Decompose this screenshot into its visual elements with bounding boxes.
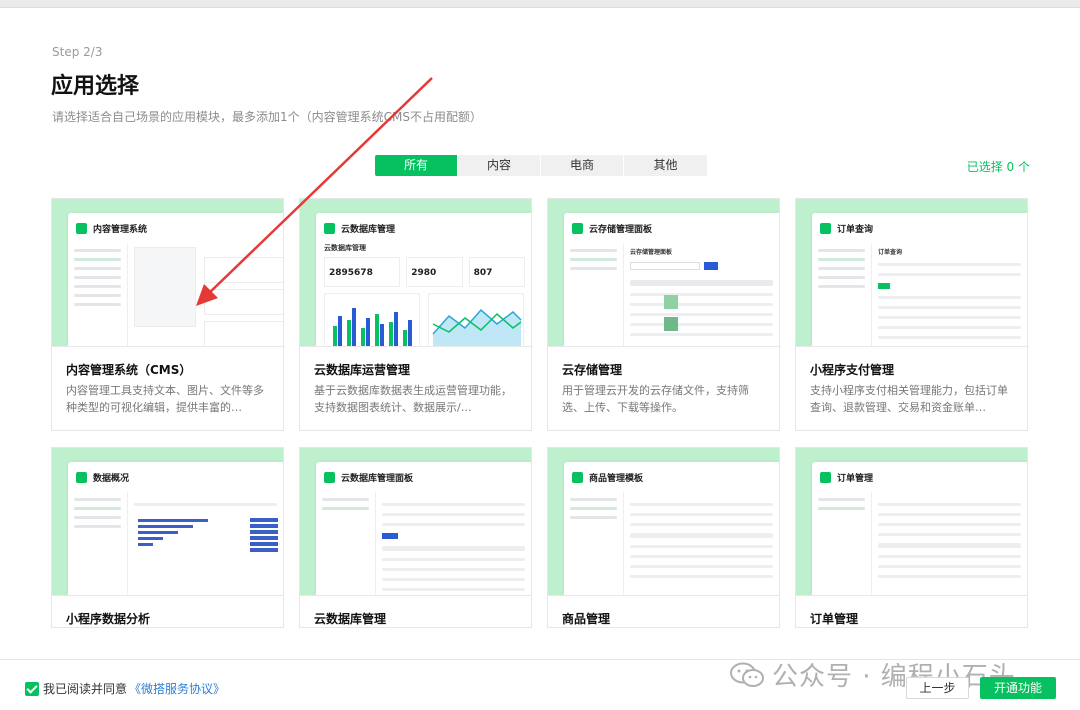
app-card-db-panel[interactable]: 云数据库管理面板 云数据库管理 (299, 447, 532, 628)
footer-bar: 我已阅读并同意 《微搭服务协议》 公众号 · 编程小石头 上一步 开通功能 (0, 659, 1080, 710)
page-title: 应用选择 (51, 74, 140, 99)
card-preview: 内容管理系统 (52, 199, 283, 347)
activate-button[interactable]: 开通功能 (980, 677, 1056, 699)
app-card-grid: 内容管理系统 内容管理系统（CMS） 内容管理工具支持文本、图片、文件等多种类型… (51, 198, 1028, 628)
agreement: 我已阅读并同意 《微搭服务协议》 (25, 680, 225, 697)
step-indicator: Step 2/3 (52, 45, 103, 59)
card-title: 商品管理 (562, 612, 611, 626)
wechat-icon (730, 662, 764, 687)
card-description: 用于管理云开发的云存储文件，支持筛选、上传、下载等操作。 (562, 384, 749, 414)
card-preview: 订单查询 订单查询 (796, 199, 1027, 347)
card-preview: 云存储管理面板 云存储管理面板 (548, 199, 779, 347)
agreement-text: 我已阅读并同意 (43, 682, 128, 696)
card-title: 云存储管理 (562, 363, 623, 377)
card-title: 小程序数据分析 (66, 612, 151, 626)
top-bar (0, 0, 1080, 8)
app-card-payment[interactable]: 订单查询 订单查询 小程序支付管理 支持小程序支付相关管理能力，包括订单查询、退… (795, 198, 1028, 431)
prev-button[interactable]: 上一步 (906, 677, 969, 699)
card-title: 云数据库运营管理 (314, 363, 411, 377)
card-preview: 数据概况 (52, 448, 283, 596)
app-logo-icon (324, 222, 335, 234)
app-card-products[interactable]: 商品管理模板 商品管理 (547, 447, 780, 628)
app-card-cms[interactable]: 内容管理系统 内容管理系统（CMS） 内容管理工具支持文本、图片、文件等多种类型… (51, 198, 284, 431)
app-logo-icon (76, 471, 87, 483)
card-preview: 商品管理模板 (548, 448, 779, 596)
card-title: 订单管理 (810, 612, 859, 626)
page-subtitle: 请选择适合自己场景的应用模块，最多添加1个（内容管理系统CMS不占用配额） (52, 110, 482, 124)
card-description: 支持小程序支付相关管理能力，包括订单查询、退款管理、交易和资金账单… (810, 384, 1008, 414)
category-tabs: 所有 内容 电商 其他 (375, 155, 707, 176)
selected-count: 已选择 0 个 (966, 160, 1030, 174)
tab-all[interactable]: 所有 (375, 155, 458, 176)
app-card-orders[interactable]: 订单管理 订单管理 (795, 447, 1028, 628)
app-card-analytics[interactable]: 数据概况 小程序数据分析 (51, 447, 284, 628)
card-description: 内容管理工具支持文本、图片、文件等多种类型的可视化编辑，提供丰富的… (66, 384, 264, 414)
tab-content[interactable]: 内容 (458, 155, 541, 176)
card-description: 基于云数据库数据表生成运营管理功能，支持数据图表统计、数据展示/… (314, 384, 512, 414)
app-card-storage[interactable]: 云存储管理面板 云存储管理面板 云存储管理 用于管理云开发的云存储文件，支持筛选… (547, 198, 780, 431)
card-title: 云数据库管理 (314, 612, 387, 626)
app-logo-icon (820, 222, 831, 234)
watermark: 公众号 · 编程小石头 (730, 656, 1016, 693)
card-preview: 云数据库管理面板 (300, 448, 531, 596)
tab-ecommerce[interactable]: 电商 (541, 155, 624, 176)
app-logo-icon (76, 222, 87, 234)
card-title: 内容管理系统（CMS） (66, 363, 192, 377)
card-preview: 云数据库管理 云数据库管理 2895678 2980 807 (300, 199, 531, 347)
app-logo-icon (820, 471, 831, 483)
card-title: 小程序支付管理 (810, 363, 895, 377)
app-logo-icon (324, 471, 335, 483)
checkbox-checked-icon[interactable] (25, 681, 39, 696)
card-preview: 订单管理 (796, 448, 1027, 596)
app-card-db-ops[interactable]: 云数据库管理 云数据库管理 2895678 2980 807 云数据库运营管理 … (299, 198, 532, 431)
tab-other[interactable]: 其他 (624, 155, 707, 176)
agreement-link[interactable]: 《微搭服务协议》 (129, 680, 225, 697)
app-logo-icon (572, 222, 583, 234)
app-logo-icon (572, 471, 583, 483)
